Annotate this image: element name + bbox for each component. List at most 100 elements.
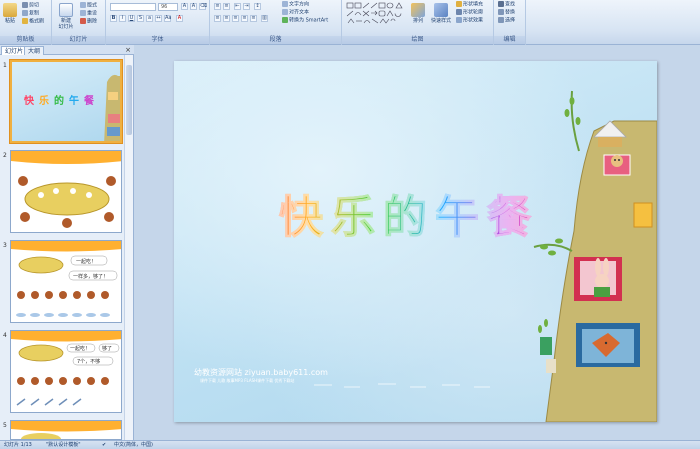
justify-button[interactable]: ≡ bbox=[241, 15, 248, 22]
line-spacing-button[interactable]: ↕ bbox=[254, 3, 261, 10]
slide-thumbnail-4[interactable]: 一起吃！ 够了 7个，不够 bbox=[10, 330, 122, 413]
effects-icon bbox=[456, 17, 462, 23]
italic-button[interactable]: I bbox=[119, 15, 126, 22]
align-center-button[interactable]: ≡ bbox=[223, 15, 230, 22]
scissors-icon bbox=[22, 2, 28, 8]
arrange-icon bbox=[411, 3, 425, 17]
clear-format-button[interactable]: ⌫ bbox=[199, 3, 207, 10]
cursor-icon bbox=[498, 17, 504, 23]
shrink-font-button[interactable]: A bbox=[190, 3, 197, 10]
spell-check-icon[interactable]: ✔ bbox=[102, 441, 106, 449]
thumb-3-bubble-2: 一样多，够了！ bbox=[73, 273, 108, 280]
slides-group-label: 幻灯片 bbox=[52, 36, 105, 44]
paragraph-group-label: 段落 bbox=[210, 36, 341, 44]
close-panel-icon[interactable]: × bbox=[125, 46, 131, 54]
delete-slide-button[interactable]: 删除 bbox=[80, 18, 97, 26]
slide-2-preview bbox=[11, 151, 121, 228]
grow-font-button[interactable]: A bbox=[181, 3, 188, 10]
shapes-gallery[interactable] bbox=[346, 2, 406, 28]
smartart-icon bbox=[282, 17, 288, 23]
new-slide-button[interactable]: 新建 幻灯片 bbox=[56, 3, 76, 30]
quick-styles-button[interactable]: 快速样式 bbox=[430, 3, 452, 24]
ribbon: 粘贴 剪切 复制 格式刷 剪贴板 新建 幻灯片 版式 重设 删除 幻灯片 96 A… bbox=[0, 0, 700, 45]
align-text-button[interactable]: 对齐文本 bbox=[282, 9, 309, 17]
increase-indent-button[interactable]: ⇥ bbox=[243, 3, 250, 10]
shadow-button[interactable]: S bbox=[137, 15, 144, 22]
distribute-button[interactable]: ≡ bbox=[250, 15, 257, 22]
editing-group-label: 编辑 bbox=[494, 36, 525, 44]
layout-button[interactable]: 版式 bbox=[80, 2, 97, 10]
arrange-button[interactable]: 排列 bbox=[410, 3, 426, 24]
font-name-combo[interactable] bbox=[110, 3, 156, 11]
drawing-group-label: 绘图 bbox=[342, 36, 493, 44]
underline-button[interactable]: U bbox=[128, 15, 135, 22]
editing-group: 查找 替换 选择 编辑 bbox=[494, 0, 526, 45]
tab-outline[interactable]: 大纲 bbox=[24, 46, 45, 55]
slides-panel: 幻灯片 大纲 × 1 快 乐 的 午 餐 2 3 一起吃！ 一样多，够了！ 4 … bbox=[0, 45, 134, 440]
copy-button[interactable]: 复制 bbox=[22, 10, 39, 18]
thumb-3-bubble-1: 一起吃！ bbox=[76, 258, 96, 265]
replace-icon bbox=[498, 9, 504, 15]
new-slide-icon bbox=[59, 3, 73, 17]
paste-button[interactable]: 粘贴 bbox=[2, 3, 18, 24]
slide-canvas[interactable]: 快乐的午餐 幼教资源网站 ziyuan.baby611.com 课件下载 儿歌 … bbox=[174, 61, 657, 422]
text-direction-icon bbox=[282, 1, 288, 7]
change-case-button[interactable]: Aa bbox=[164, 15, 171, 22]
slide-3-preview: 一起吃！ 一样多，够了！ bbox=[11, 241, 121, 317]
font-group-label: 字体 bbox=[106, 36, 209, 44]
align-left-button[interactable]: ≡ bbox=[214, 15, 221, 22]
format-painter-button[interactable]: 格式刷 bbox=[22, 18, 44, 26]
thumb-4-bubble-3: 7个，不够 bbox=[77, 358, 100, 365]
reset-icon bbox=[80, 10, 86, 16]
thumb-4-bubble-2: 够了 bbox=[102, 345, 112, 352]
text-direction-button[interactable]: 文字方向 bbox=[282, 1, 309, 9]
thumb-4-bubble-1: 一起吃！ bbox=[70, 345, 90, 352]
paragraph-group: ≡ ≡ ⇤ ⇥ ↕ ≡ ≡ ≡ ≡ ≡ ▥ 文字方向 对齐文本 转换为 Smar… bbox=[210, 0, 342, 45]
shape-outline-button[interactable]: 形状轮廓 bbox=[456, 9, 483, 17]
decrease-indent-button[interactable]: ⇤ bbox=[234, 3, 241, 10]
binoculars-icon bbox=[498, 1, 504, 7]
slide-number: 1 bbox=[3, 62, 7, 69]
slide-number: 2 bbox=[3, 152, 7, 159]
shape-fill-button[interactable]: 形状填充 bbox=[456, 1, 483, 9]
smartart-button[interactable]: 转换为 SmartArt bbox=[282, 17, 328, 25]
select-button[interactable]: 选择 bbox=[498, 17, 515, 25]
svg-text:快: 快 bbox=[23, 94, 35, 107]
language-indicator[interactable]: 中文(简体，中国) bbox=[114, 441, 153, 449]
reset-button[interactable]: 重设 bbox=[80, 10, 97, 18]
brush-icon bbox=[22, 18, 28, 24]
bullets-button[interactable]: ≡ bbox=[214, 3, 221, 10]
find-button[interactable]: 查找 bbox=[498, 1, 515, 9]
panel-scrollbar[interactable] bbox=[124, 55, 133, 440]
replace-button[interactable]: 替换 bbox=[498, 9, 515, 17]
slide-title[interactable]: 快乐的午餐 bbox=[244, 181, 574, 245]
cut-button[interactable]: 剪切 bbox=[22, 2, 39, 10]
pen-icon bbox=[456, 9, 462, 15]
fill-bucket-icon bbox=[456, 1, 462, 7]
slide-thumbnail-2[interactable] bbox=[10, 150, 122, 233]
svg-text:乐: 乐 bbox=[39, 94, 49, 107]
font-size-combo[interactable]: 96 bbox=[158, 3, 178, 11]
slide-editor: 快乐的午餐 幼教资源网站 ziyuan.baby611.com 课件下载 儿歌 … bbox=[134, 45, 700, 440]
slide-4-preview: 一起吃！ 够了 7个，不够 bbox=[11, 331, 121, 406]
paste-icon bbox=[3, 3, 17, 17]
columns-button[interactable]: ▥ bbox=[261, 15, 268, 22]
slide-thumbnail-5[interactable] bbox=[10, 420, 122, 440]
align-right-button[interactable]: ≡ bbox=[232, 15, 239, 22]
slide-number: 5 bbox=[3, 422, 7, 429]
slide-thumbnail-1[interactable]: 快 乐 的 午 餐 bbox=[10, 60, 122, 143]
site-watermark: 幼教资源网站 ziyuan.baby611.com bbox=[194, 368, 328, 377]
char-spacing-button[interactable]: ↔ bbox=[155, 15, 162, 22]
scrollbar-thumb[interactable] bbox=[126, 65, 132, 135]
layout-icon bbox=[80, 2, 86, 8]
bold-button[interactable]: B bbox=[110, 15, 117, 22]
site-watermark-subtitle: 课件下载 儿歌 故事MP3 FLASH课件下载 优秀下载站 bbox=[200, 378, 295, 383]
quick-styles-icon bbox=[434, 3, 448, 17]
font-color-button[interactable]: A bbox=[176, 15, 183, 22]
shape-effects-button[interactable]: 形状效果 bbox=[456, 17, 483, 25]
strikethrough-button[interactable]: a bbox=[146, 15, 153, 22]
slide-1-preview: 快 乐 的 午 餐 bbox=[23, 74, 120, 141]
slide-thumbnail-3[interactable]: 一起吃！ 一样多，够了！ bbox=[10, 240, 122, 323]
numbering-button[interactable]: ≡ bbox=[223, 3, 230, 10]
slide-number: 4 bbox=[3, 332, 7, 339]
